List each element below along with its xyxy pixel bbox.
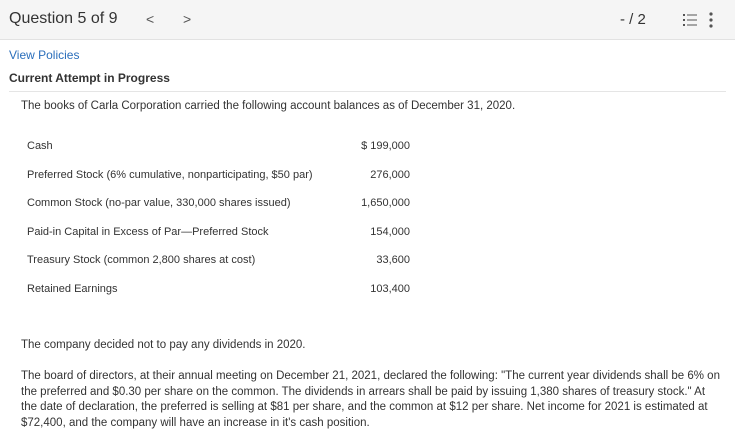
account-amount: 33,600	[376, 254, 410, 266]
account-amount: 154,000	[370, 226, 410, 238]
attempt-status: Current Attempt in Progress	[9, 71, 170, 85]
table-row: Paid-in Capital in Excess of Par—Preferr…	[27, 226, 417, 242]
table-row: Common Stock (no-par value, 330,000 shar…	[27, 197, 417, 213]
chevron-left-icon[interactable]: <	[146, 11, 154, 27]
account-name: Cash	[27, 140, 53, 152]
account-amount: 276,000	[370, 169, 410, 181]
question-header: Question 5 of 9 < > - / 2	[0, 0, 735, 40]
view-policies-link[interactable]: View Policies	[9, 48, 79, 62]
table-row: Preferred Stock (6% cumulative, nonparti…	[27, 169, 417, 185]
table-row: Treasury Stock (common 2,800 shares at c…	[27, 254, 417, 270]
account-amount: 103,400	[370, 283, 410, 295]
account-amount: 1,650,000	[361, 197, 410, 209]
chevron-right-icon[interactable]: >	[183, 11, 191, 27]
table-row: Cash $ 199,000	[27, 140, 417, 156]
account-name: Common Stock (no-par value, 330,000 shar…	[27, 197, 291, 209]
problem-paragraph: The board of directors, at their annual …	[21, 370, 720, 429]
divider	[9, 91, 726, 92]
account-name: Retained Earnings	[27, 283, 118, 295]
problem-paragraph: The company decided not to pay any divid…	[21, 339, 306, 351]
table-row: Retained Earnings 103,400	[27, 283, 417, 299]
more-vertical-icon[interactable]	[709, 12, 713, 28]
question-counter: Question 5 of 9	[9, 10, 118, 27]
score-display: - / 2	[620, 11, 646, 28]
account-name: Paid-in Capital in Excess of Par—Preferr…	[27, 226, 269, 238]
account-amount: $ 199,000	[361, 140, 410, 152]
problem-intro: The books of Carla Corporation carried t…	[21, 100, 516, 112]
question-list-icon[interactable]	[683, 13, 697, 27]
account-name: Preferred Stock (6% cumulative, nonparti…	[27, 169, 313, 181]
account-name: Treasury Stock (common 2,800 shares at c…	[27, 254, 256, 266]
